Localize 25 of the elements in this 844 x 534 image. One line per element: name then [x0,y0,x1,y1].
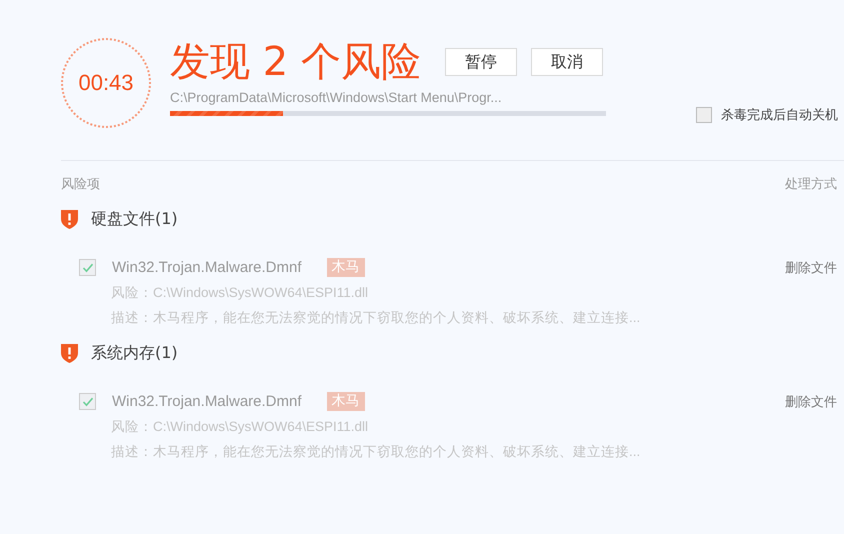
countdown-timer: 00:43 [61,38,151,128]
item-checkbox[interactable] [79,259,96,276]
threat-tag: 木马 [326,392,364,411]
warning-shield-icon [61,344,78,363]
threat-name: Win32.Trojan.Malware.Dmnf [112,259,302,276]
warning-shield-icon [61,210,78,229]
group-title: 硬盘文件(1) [91,209,178,230]
threat-name: Win32.Trojan.Malware.Dmnf [112,393,302,410]
column-header: 风险项 [61,176,100,193]
scan-path: C:\ProgramData\Microsoft\Windows\Start Menu\Progr... [170,90,503,105]
threat-description: 描述：木马程序，能在您无法察觉的情况下窃取您的个人资料、破坏系统、建立连接... [111,443,642,461]
action-button[interactable]: 暂停 [444,48,517,76]
risk-path: 风险：C:\Windows\SysWOW64\ESPI11.dll [111,284,370,302]
item-checkbox[interactable] [79,393,96,410]
column-header: 处理方式 [785,176,837,193]
action-label: 删除文件 [785,394,837,410]
auto-shutdown-checkbox[interactable]: 杀毒完成后自动关机 [696,106,838,124]
action-button[interactable]: 取消 [530,48,603,76]
risk-path: 风险：C:\Windows\SysWOW64\ESPI11.dll [111,418,370,436]
group-title: 系统内存(1) [91,343,178,364]
action-label: 删除文件 [785,260,837,276]
threat-description: 描述：木马程序，能在您无法察觉的情况下窃取您的个人资料、破坏系统、建立连接... [111,309,642,327]
checkbox-icon[interactable] [696,107,712,123]
threat-tag: 木马 [326,258,364,277]
scan-title: 发现 2 个风险 [170,38,421,87]
